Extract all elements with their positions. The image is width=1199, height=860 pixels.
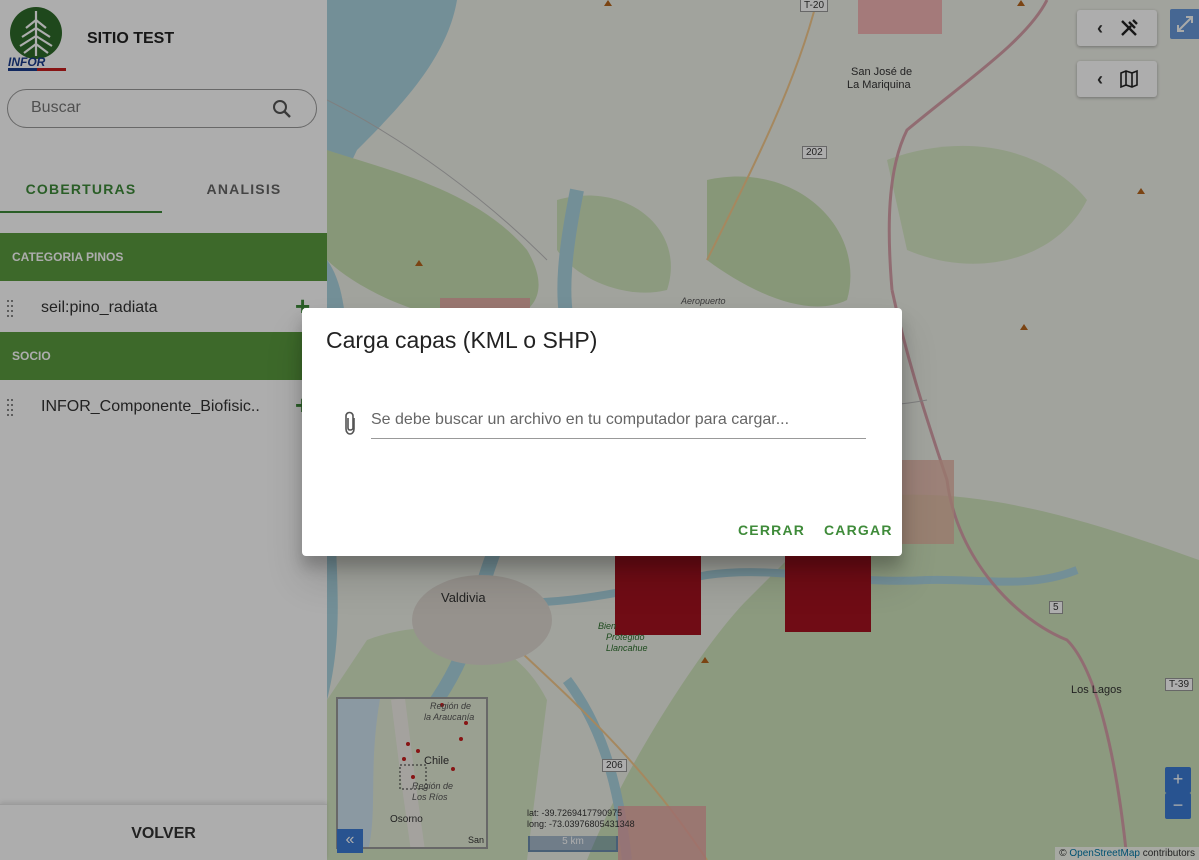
- cerrar-button[interactable]: CERRAR: [738, 522, 805, 538]
- paperclip-icon[interactable]: [342, 410, 358, 441]
- upload-dialog: Carga capas (KML o SHP) CERRAR CARGAR: [302, 308, 902, 556]
- file-input-field[interactable]: [371, 411, 866, 439]
- dialog-title: Carga capas (KML o SHP): [326, 327, 598, 353]
- file-input[interactable]: [371, 411, 866, 429]
- cargar-button[interactable]: CARGAR: [824, 522, 893, 538]
